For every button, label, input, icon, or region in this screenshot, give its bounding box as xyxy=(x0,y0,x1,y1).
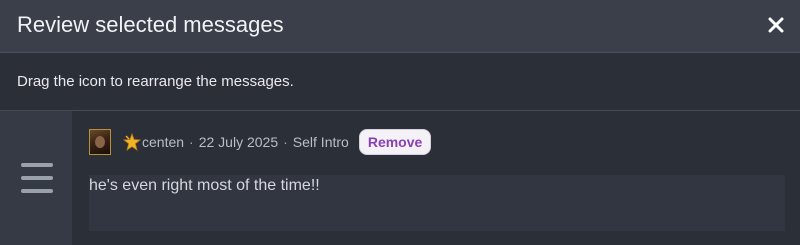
drag-handle[interactable] xyxy=(0,111,73,245)
author-name[interactable]: centen xyxy=(142,134,184,150)
star-badge-icon xyxy=(123,133,141,151)
message-row: centen · 22 July 2025 · Self Intro Remov… xyxy=(0,111,800,245)
close-button[interactable] xyxy=(764,12,788,38)
review-messages-dialog: Review selected messages Drag the icon t… xyxy=(0,0,800,245)
message-body: he's even right most of the time!! xyxy=(89,175,785,231)
dialog-header: Review selected messages xyxy=(0,0,800,53)
hamburger-drag-icon[interactable] xyxy=(21,163,53,193)
meta-separator: · xyxy=(189,134,194,150)
meta-separator: · xyxy=(283,134,288,150)
message-meta: centen · 22 July 2025 · Self Intro Remov… xyxy=(89,128,432,156)
thread-name[interactable]: Self Intro xyxy=(293,134,349,150)
instructions-bar: Drag the icon to rearrange the messages. xyxy=(0,53,800,111)
remove-button[interactable]: Remove xyxy=(358,129,432,155)
message-date: 22 July 2025 xyxy=(198,134,279,150)
dialog-title: Review selected messages xyxy=(17,12,284,37)
message-text: he's even right most of the time!! xyxy=(89,177,320,194)
close-icon xyxy=(768,17,784,33)
instructions-text: Drag the icon to rearrange the messages. xyxy=(17,73,294,90)
message-content: centen · 22 July 2025 · Self Intro Remov… xyxy=(73,111,800,245)
avatar[interactable] xyxy=(89,129,111,155)
